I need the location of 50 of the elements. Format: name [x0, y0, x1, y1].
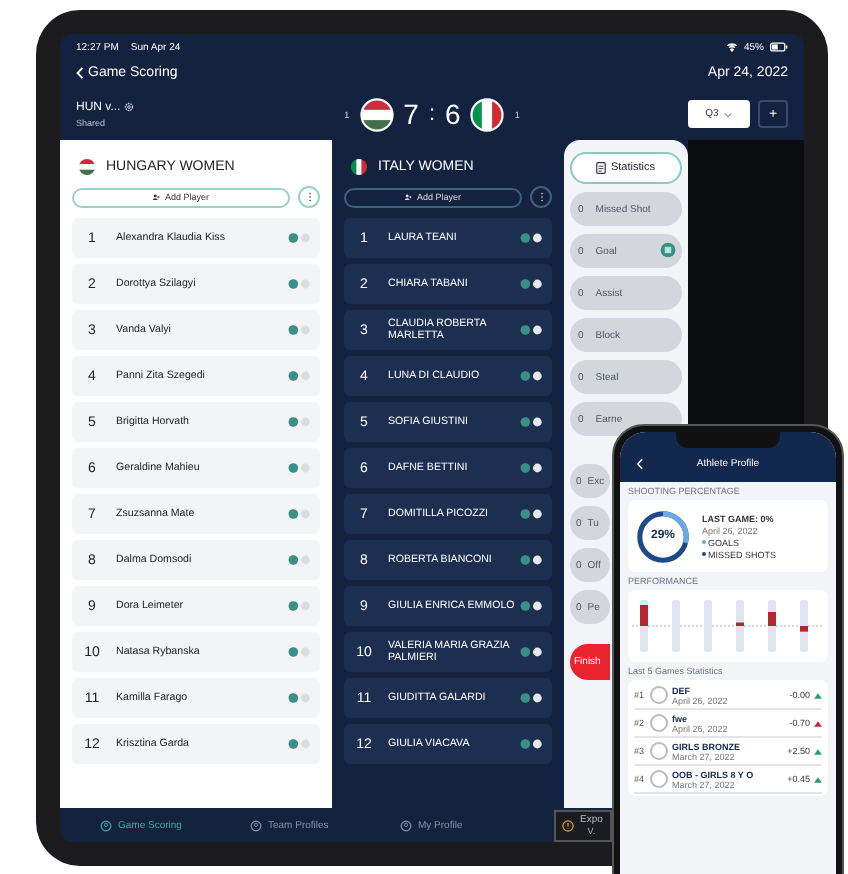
count-badges-icon [288, 324, 312, 336]
more-options-button[interactable] [530, 186, 552, 208]
score-separator: : [428, 102, 436, 126]
italy-flag-icon [350, 157, 368, 175]
count-badges-icon [520, 416, 544, 428]
count-badges-icon [288, 370, 312, 382]
away-score: 6 [445, 98, 461, 130]
count-badges-icon [288, 416, 312, 428]
back-icon[interactable] [636, 458, 644, 470]
add-person-icon [152, 193, 161, 201]
battery-icon [770, 42, 788, 52]
count-badges-icon [520, 600, 544, 612]
count-badges-icon [520, 692, 544, 704]
add-person-icon [404, 193, 413, 201]
avatar-circle [650, 742, 668, 760]
count-badges-icon [288, 600, 312, 612]
count-badges-icon [288, 738, 312, 750]
wifi-icon [725, 42, 738, 52]
count-badges-icon [520, 232, 544, 244]
count-badges-icon [288, 278, 312, 290]
count-badges-icon [520, 554, 544, 566]
count-badges-icon [520, 646, 544, 658]
settings-icon[interactable] [124, 102, 135, 112]
document-icon [596, 162, 607, 174]
count-badges-icon [520, 462, 544, 474]
count-badges-icon [520, 278, 544, 290]
chevron-left-icon [76, 65, 84, 79]
count-badges-icon [288, 646, 312, 658]
count-badges-icon [288, 232, 312, 244]
count-badges-icon [520, 324, 544, 336]
phone-notch [676, 432, 780, 448]
count-badges-icon [288, 462, 312, 474]
count-badges-icon [288, 692, 312, 704]
avatar-circle [650, 714, 668, 732]
count-badges-icon [520, 508, 544, 520]
count-badges-icon [288, 508, 312, 520]
circle-icon [100, 819, 112, 831]
hungary-flag-icon [359, 97, 394, 131]
circle-icon [250, 819, 262, 831]
home-score: 7 [403, 98, 419, 130]
hungary-flag-icon [78, 157, 96, 175]
count-badges-icon [520, 370, 544, 382]
count-badges-icon [520, 738, 544, 750]
count-badges-icon [288, 554, 312, 566]
italy-flag-icon [470, 97, 505, 131]
warning-icon [562, 819, 574, 831]
avatar-circle [650, 686, 668, 704]
circle-icon [400, 819, 412, 831]
avatar-circle [650, 770, 668, 788]
chevron-down-icon [724, 111, 733, 117]
